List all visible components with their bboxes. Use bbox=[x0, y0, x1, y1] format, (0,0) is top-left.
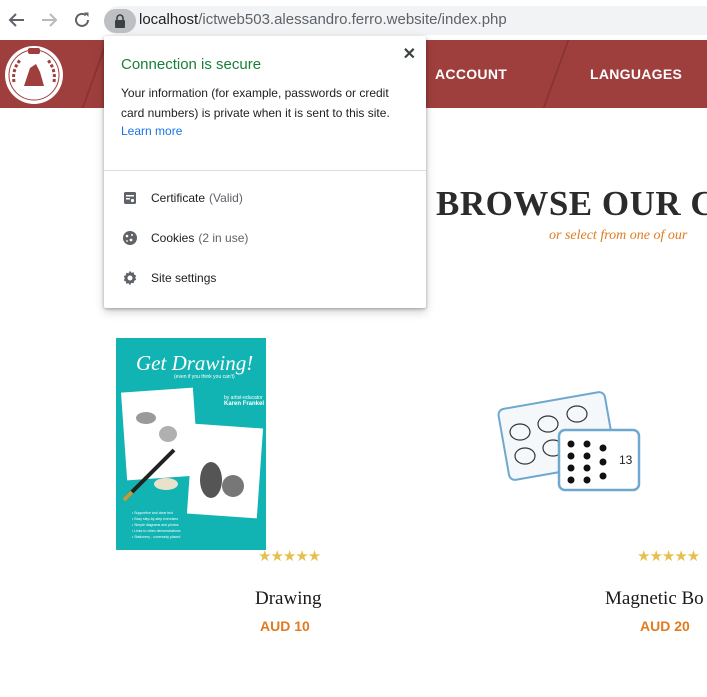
nav-languages[interactable]: LANGUAGES bbox=[590, 66, 682, 82]
certificate-row[interactable]: Certificate (Valid) bbox=[104, 180, 426, 216]
product-rating-drawing: ★★★★★ bbox=[258, 548, 321, 565]
reload-button[interactable] bbox=[71, 9, 93, 31]
certificate-label: Certificate bbox=[151, 191, 206, 205]
book-cover-author: Karen Frankel bbox=[224, 401, 265, 407]
site-logo[interactable] bbox=[0, 42, 68, 106]
site-info-button[interactable] bbox=[104, 9, 136, 33]
reload-icon bbox=[75, 12, 89, 27]
close-icon[interactable]: ✕ bbox=[403, 44, 416, 64]
popup-divider bbox=[104, 170, 426, 171]
popup-description: Your information (for example, passwords… bbox=[121, 86, 390, 120]
svg-text:• Supportive and clear text: • Supportive and clear text bbox=[132, 511, 173, 515]
cookies-row[interactable]: Cookies (2 in use) bbox=[104, 220, 426, 256]
url-text[interactable]: localhost/ictweb503.alessandro.ferro.web… bbox=[139, 11, 507, 28]
url-path: /ictweb503.alessandro.ferro.website/inde… bbox=[198, 11, 507, 28]
forward-button[interactable] bbox=[38, 9, 60, 31]
url-host: localhost bbox=[139, 11, 199, 28]
site-settings-row[interactable]: Site settings bbox=[104, 260, 426, 296]
product-rating-magnetic: ★★★★★ bbox=[637, 548, 700, 565]
nav-account[interactable]: ACCOUNT bbox=[435, 66, 507, 82]
back-button[interactable] bbox=[6, 9, 28, 31]
book-cover-title: Get Drawing! bbox=[136, 351, 254, 375]
svg-text:• Easy step-by-step exercises: • Easy step-by-step exercises bbox=[132, 517, 178, 521]
connection-info-popup: Connection is secure ✕ Your information … bbox=[104, 36, 426, 308]
cookies-status: (2 in use) bbox=[198, 231, 249, 245]
certificate-status: (Valid) bbox=[209, 191, 243, 205]
page-subtitle: or select from one of our bbox=[549, 228, 688, 243]
header-divider bbox=[542, 40, 570, 108]
cookies-label: Cookies bbox=[151, 231, 195, 245]
svg-text:• Simple diagrams and photos: • Simple diagrams and photos bbox=[132, 523, 179, 527]
browser-toolbar: localhost/ictweb503.alessandro.ferro.web… bbox=[0, 0, 707, 40]
page-title: BROWSE OUR C bbox=[436, 184, 707, 223]
popup-title: Connection is secure bbox=[121, 56, 262, 73]
product-name-drawing[interactable]: Drawing bbox=[255, 588, 321, 610]
product-image-magnetic[interactable]: 13 bbox=[495, 388, 645, 498]
product-price-magnetic: AUD 20 bbox=[640, 618, 690, 634]
product-price-drawing: AUD 10 bbox=[260, 618, 310, 634]
forward-arrow-icon bbox=[42, 13, 58, 27]
product-image-drawing[interactable]: • Supportive and clear text • Easy step-… bbox=[116, 338, 266, 550]
learn-more-link[interactable]: Learn more bbox=[121, 124, 182, 138]
card-number-label: 13 bbox=[619, 453, 633, 467]
lock-icon bbox=[115, 14, 125, 28]
cookie-icon bbox=[121, 229, 139, 247]
certificate-icon bbox=[121, 189, 139, 207]
svg-text:• Stationery - commonly placed: • Stationery - commonly placed bbox=[132, 535, 180, 539]
product-name-magnetic[interactable]: Magnetic Bo bbox=[605, 588, 704, 610]
gear-icon bbox=[121, 269, 139, 287]
svg-text:• Links to video demonstration: • Links to video demonstrations bbox=[132, 529, 181, 533]
book-cover-subtitle: (even if you think you can't) bbox=[174, 374, 235, 380]
site-settings-label: Site settings bbox=[151, 271, 217, 285]
magnetic-cards-art bbox=[497, 391, 641, 492]
back-arrow-icon bbox=[8, 13, 24, 27]
